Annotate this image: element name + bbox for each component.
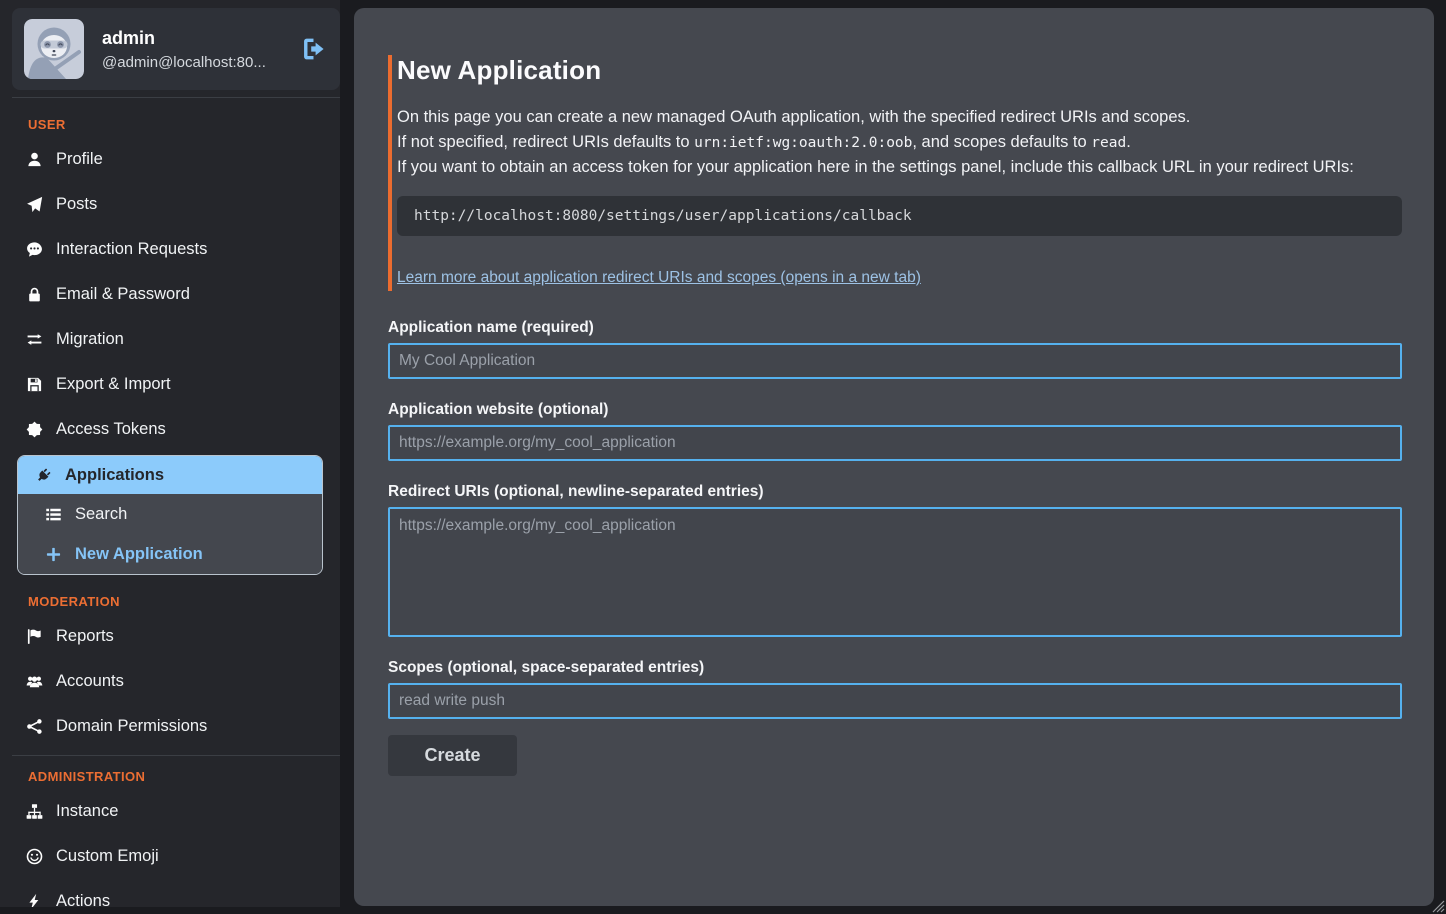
smiley-icon xyxy=(22,848,46,865)
window-resize-grip[interactable] xyxy=(1431,899,1445,913)
sidebar-item-label: Profile xyxy=(56,150,103,169)
sidebar-item-label: Search xyxy=(75,505,127,524)
sidebar-item-interaction-requests[interactable]: Interaction Requests xyxy=(0,227,340,272)
redirect-uris-textarea[interactable] xyxy=(388,507,1402,637)
sidebar-item-label: Domain Permissions xyxy=(56,717,207,736)
sidebar-item-posts[interactable]: Posts xyxy=(0,182,340,227)
section-header-administration: ADMINISTRATION xyxy=(0,756,340,789)
flag-icon xyxy=(22,628,46,645)
new-application-form: Application name (required) Application … xyxy=(388,319,1402,776)
redirect-uris-label: Redirect URIs (optional, newline-separat… xyxy=(388,483,1402,501)
scopes-input[interactable] xyxy=(388,683,1402,719)
main-panel: New Application On this page you can cre… xyxy=(354,8,1434,906)
sidebar-item-accounts[interactable]: Accounts xyxy=(0,659,340,704)
sidebar-item-export-import[interactable]: Export & Import xyxy=(0,362,340,407)
sidebar-item-applications[interactable]: Applications xyxy=(18,456,322,494)
sidebar-item-domain-permissions[interactable]: Domain Permissions xyxy=(0,704,340,749)
sidebar-item-label: Email & Password xyxy=(56,285,190,304)
certificate-icon xyxy=(22,421,46,438)
sidebar-item-label: Reports xyxy=(56,627,114,646)
inline-code-read: read xyxy=(1091,135,1126,151)
sign-out-icon[interactable] xyxy=(300,36,326,62)
sidebar-item-label: Migration xyxy=(56,330,124,349)
section-header-user: USER xyxy=(0,98,340,137)
sidebar-item-custom-emoji[interactable]: Custom Emoji xyxy=(0,834,340,879)
sidebar-item-email-password[interactable]: Email & Password xyxy=(0,272,340,317)
plug-icon xyxy=(31,467,55,484)
learn-more-link[interactable]: Learn more about application redirect UR… xyxy=(397,269,921,286)
settings-sidebar: admin @admin@localhost:80... USER Profil… xyxy=(0,0,340,907)
sloth-avatar xyxy=(24,19,84,79)
user-handle: @admin@localhost:80... xyxy=(102,54,290,71)
application-website-input[interactable] xyxy=(388,425,1402,461)
sidebar-item-reports[interactable]: Reports xyxy=(0,614,340,659)
sidebar-item-label: Posts xyxy=(56,195,97,214)
user-icon xyxy=(22,151,46,168)
sidebar-item-instance[interactable]: Instance xyxy=(0,789,340,834)
bolt-icon xyxy=(22,893,46,907)
share-nodes-icon xyxy=(22,718,46,735)
list-icon xyxy=(41,506,65,523)
floppy-disk-icon xyxy=(22,376,46,393)
application-name-input[interactable] xyxy=(388,343,1402,379)
application-name-label: Application name (required) xyxy=(388,319,1402,337)
intro-line-1: On this page you can create a new manage… xyxy=(397,105,1402,130)
callback-url: http://localhost:8080/settings/user/appl… xyxy=(414,208,912,224)
exchange-arrows-icon xyxy=(22,331,46,348)
page-title: New Application xyxy=(397,55,1402,86)
sidebar-item-actions[interactable]: Actions xyxy=(0,879,340,907)
users-icon xyxy=(22,673,46,690)
username: admin xyxy=(102,28,290,49)
sidebar-item-migration[interactable]: Migration xyxy=(0,317,340,362)
comment-dots-icon xyxy=(22,241,46,258)
applications-group: Applications Search New Application xyxy=(17,455,323,575)
oauth-info-section: New Application On this page you can cre… xyxy=(388,55,1402,291)
sidebar-item-search[interactable]: Search xyxy=(18,494,322,534)
sidebar-item-label: Instance xyxy=(56,802,118,821)
intro-line-3: If you want to obtain an access token fo… xyxy=(397,155,1402,180)
intro-text: On this page you can create a new manage… xyxy=(397,105,1402,180)
sidebar-item-label: Interaction Requests xyxy=(56,240,207,259)
intro-line-2: If not specified, redirect URIs defaults… xyxy=(397,130,1402,156)
inline-code-oob: urn:ietf:wg:oauth:2.0:oob xyxy=(694,135,912,151)
sidebar-item-label: Custom Emoji xyxy=(56,847,159,866)
create-button[interactable]: Create xyxy=(388,735,517,776)
sidebar-item-label: Accounts xyxy=(56,672,124,691)
user-identity: admin @admin@localhost:80... xyxy=(102,28,290,71)
callback-url-code-block: http://localhost:8080/settings/user/appl… xyxy=(397,196,1402,236)
user-card[interactable]: admin @admin@localhost:80... xyxy=(12,8,340,90)
sidebar-item-profile[interactable]: Profile xyxy=(0,137,340,182)
sidebar-item-access-tokens[interactable]: Access Tokens xyxy=(0,407,340,452)
sidebar-item-label: Export & Import xyxy=(56,375,171,394)
scopes-label: Scopes (optional, space-separated entrie… xyxy=(388,659,1402,677)
sidebar-item-label: Actions xyxy=(56,892,110,907)
section-header-moderation: MODERATION xyxy=(0,575,340,614)
plus-icon xyxy=(41,546,65,563)
applications-submenu: Search New Application xyxy=(18,494,322,574)
sitemap-icon xyxy=(22,803,46,820)
application-website-label: Application website (optional) xyxy=(388,401,1402,419)
sidebar-item-label: New Application xyxy=(75,545,203,564)
sidebar-item-label: Access Tokens xyxy=(56,420,166,439)
paper-plane-icon xyxy=(22,196,46,213)
sidebar-item-new-application[interactable]: New Application xyxy=(18,534,322,574)
sidebar-item-label: Applications xyxy=(65,466,164,485)
lock-icon xyxy=(22,286,46,303)
